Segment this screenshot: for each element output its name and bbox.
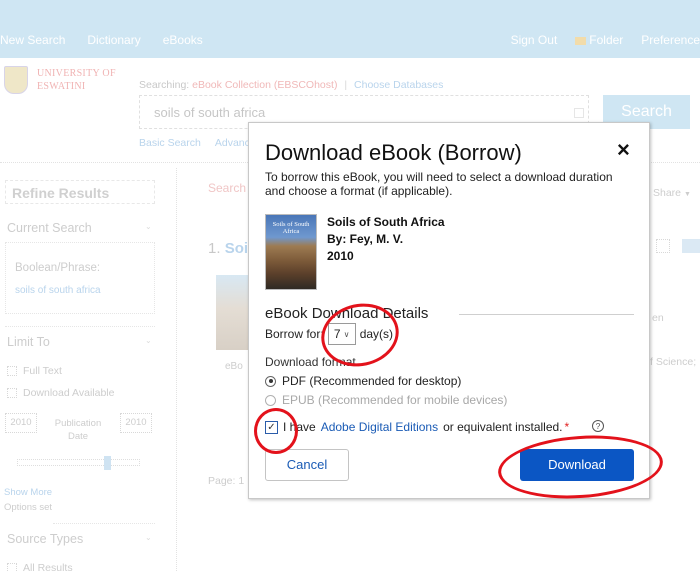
boolean-phrase-label: Boolean/Phrase: bbox=[15, 262, 101, 274]
university-logo-text[interactable]: UNIVERSITY OF ESWATINI bbox=[37, 67, 116, 93]
clear-search-icon[interactable] bbox=[574, 108, 584, 118]
pdf-icon[interactable] bbox=[656, 239, 670, 253]
source-types-heading[interactable]: Source Types bbox=[7, 532, 83, 546]
full-text-checkbox[interactable] bbox=[7, 366, 17, 376]
page-label: Page: 1 bbox=[208, 475, 245, 487]
download-available-label: Download Available bbox=[23, 387, 115, 399]
chevron-down-icon: ∨ bbox=[343, 329, 350, 339]
refine-results-heading: Refine Results bbox=[5, 180, 155, 204]
dialog-intro-text: To borrow this eBook, you will need to s… bbox=[265, 170, 613, 198]
divider bbox=[176, 168, 177, 571]
chevron-down-icon: ▼ bbox=[683, 191, 691, 198]
ebook-format-label: eBo bbox=[225, 361, 243, 372]
boolean-phrase-value[interactable]: soils of south africa bbox=[15, 285, 101, 296]
all-results-filter[interactable]: All Results bbox=[7, 562, 73, 571]
top-navbar: New Search Dictionary eBooks Sign Out Fo… bbox=[0, 0, 700, 58]
borrow-days-suffix: day(s) bbox=[359, 327, 394, 341]
slider-handle[interactable] bbox=[104, 456, 111, 470]
current-search-heading[interactable]: Current Search bbox=[7, 221, 92, 235]
share-label: Share bbox=[653, 187, 682, 199]
book-info: Soils of South Africa By: Fey, M. V. 201… bbox=[327, 214, 445, 265]
ebook-icon[interactable] bbox=[682, 239, 700, 253]
agree-prefix: I have bbox=[283, 420, 316, 434]
adobe-digital-editions-link[interactable]: Adobe Digital Editions bbox=[321, 420, 438, 434]
preferences-link[interactable]: Preferences bbox=[641, 33, 700, 47]
epub-radio bbox=[265, 394, 276, 406]
download-button[interactable]: Download bbox=[520, 449, 634, 481]
divider bbox=[53, 523, 155, 524]
book-author: By: Fey, M. V. bbox=[327, 232, 404, 246]
close-icon[interactable]: × bbox=[617, 138, 630, 162]
all-results-label: All Results bbox=[23, 562, 73, 571]
borrow-for-label: Borrow for: bbox=[265, 327, 324, 341]
folder-link[interactable]: Folder bbox=[575, 33, 623, 47]
full-text-label: Full Text bbox=[23, 365, 62, 377]
agree-suffix: or equivalent installed. bbox=[443, 420, 563, 434]
nav-dictionary[interactable]: Dictionary bbox=[87, 33, 140, 47]
result-title[interactable]: 1. Soi bbox=[208, 240, 248, 257]
download-available-checkbox[interactable] bbox=[7, 388, 17, 398]
download-available-filter[interactable]: Download Available bbox=[7, 387, 114, 399]
share-button[interactable]: Share ▼ bbox=[653, 187, 691, 199]
cancel-button[interactable]: Cancel bbox=[265, 449, 349, 481]
epub-option-label: EPUB (Recommended for mobile devices) bbox=[282, 393, 508, 407]
logo-line-1: UNIVERSITY OF bbox=[37, 68, 116, 79]
publication-date-slider[interactable] bbox=[17, 456, 140, 470]
pub-date-from-input[interactable]: 2010 bbox=[5, 413, 37, 433]
sign-out-link[interactable]: Sign Out bbox=[511, 33, 558, 47]
choose-databases-link[interactable]: Choose Databases bbox=[354, 79, 443, 91]
searching-database: eBook Collection (EBSCOhost) bbox=[192, 79, 338, 91]
help-icon[interactable]: ? bbox=[592, 420, 604, 432]
nav-new-search[interactable]: New Search bbox=[0, 33, 65, 47]
folder-label: Folder bbox=[589, 33, 624, 47]
result-title-link[interactable]: Soi bbox=[225, 240, 248, 257]
limit-to-heading[interactable]: Limit To bbox=[7, 335, 50, 349]
divider bbox=[5, 326, 155, 327]
nav-ebooks[interactable]: eBooks bbox=[163, 33, 203, 47]
searching-prefix: Searching: bbox=[139, 79, 190, 91]
basic-search-link[interactable]: Basic Search bbox=[139, 137, 201, 149]
book-title: Soils of South Africa bbox=[327, 215, 445, 229]
result-number: 1. bbox=[208, 240, 221, 257]
borrow-days-value: 7 bbox=[333, 327, 341, 341]
required-marker: * bbox=[564, 420, 570, 434]
adobe-agreement-checkbox[interactable]: ✓ bbox=[265, 420, 278, 434]
divider bbox=[459, 314, 634, 315]
format-option-pdf[interactable]: PDF (Recommended for desktop) bbox=[265, 374, 461, 388]
pdf-radio[interactable] bbox=[265, 375, 276, 387]
publication-date-label: Publication Date bbox=[54, 418, 102, 442]
search-results-label: Search bbox=[208, 181, 247, 195]
pdf-option-label: PDF (Recommended for desktop) bbox=[282, 374, 462, 388]
show-more-link[interactable]: Show More bbox=[4, 487, 52, 498]
result-thumbnail[interactable] bbox=[216, 275, 250, 350]
download-details-heading: eBook Download Details bbox=[265, 305, 429, 322]
searching-line: Searching: eBook Collection (EBSCOhost) … bbox=[139, 79, 443, 91]
adobe-agreement-row: ✓ I have Adobe Digital Editions or equiv… bbox=[265, 420, 569, 434]
book-year: 2010 bbox=[327, 249, 354, 263]
chevron-down-icon[interactable]: ⌄ bbox=[145, 533, 152, 542]
book-cover-image: Soils of South Africa bbox=[265, 214, 317, 290]
pub-date-to-input[interactable]: 2010 bbox=[120, 413, 152, 433]
download-format-label: Download format bbox=[265, 355, 356, 369]
book-cover-title: Soils of South Africa bbox=[272, 221, 310, 235]
format-option-epub: EPUB (Recommended for mobile devices) bbox=[265, 393, 507, 407]
full-text-filter[interactable]: Full Text bbox=[7, 365, 62, 377]
current-search-box: Boolean/Phrase: soils of south africa bbox=[5, 242, 155, 314]
result-meta-text: en bbox=[652, 312, 664, 324]
logo-line-2: ESWATINI bbox=[37, 81, 86, 92]
borrow-duration-row: Borrow for: 7 ∨ day(s) bbox=[265, 323, 393, 345]
university-crest-icon bbox=[4, 66, 28, 94]
download-ebook-dialog: Download eBook (Borrow) × To borrow this… bbox=[248, 122, 650, 499]
chevron-down-icon[interactable]: ⌄ bbox=[145, 336, 152, 345]
all-results-checkbox[interactable] bbox=[7, 563, 17, 571]
search-query-text: soils of south africa bbox=[154, 105, 266, 120]
result-meta-text: f Science; bbox=[650, 356, 697, 368]
options-set-label: Options set bbox=[4, 502, 53, 513]
borrow-days-select[interactable]: 7 ∨ bbox=[327, 323, 356, 345]
chevron-down-icon[interactable]: ⌄ bbox=[145, 222, 152, 231]
dialog-title: Download eBook (Borrow) bbox=[265, 140, 522, 165]
divider: | bbox=[344, 79, 348, 91]
folder-icon bbox=[575, 37, 587, 45]
